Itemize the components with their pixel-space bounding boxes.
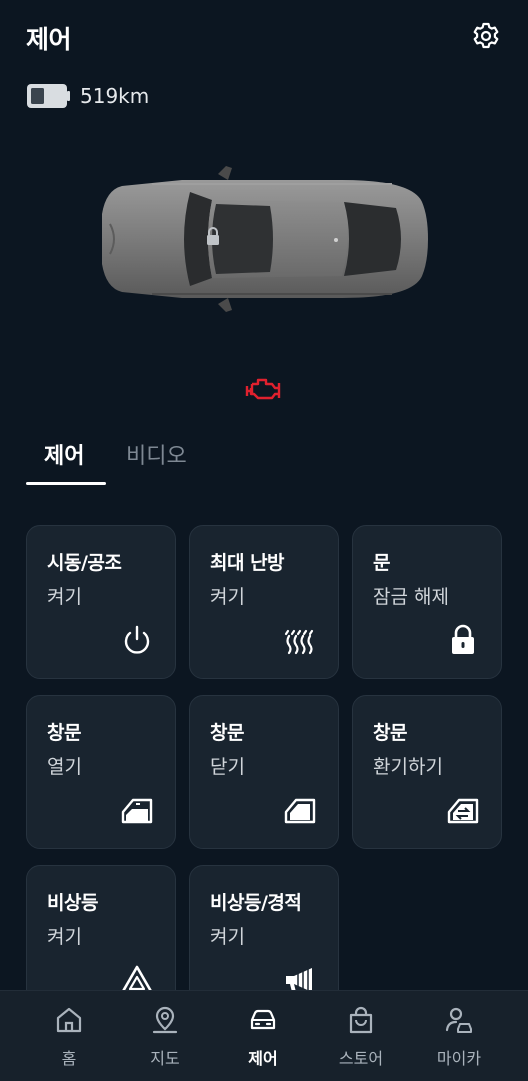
- battery-icon: [26, 83, 70, 109]
- window-vent-icon: [445, 792, 481, 828]
- bottom-nav: 홈 지도 제어 스토어 마이카: [0, 990, 528, 1081]
- card-subtitle: 잠금 해제: [373, 586, 449, 608]
- tab-indicator: [26, 482, 106, 485]
- home-icon: [54, 1005, 84, 1035]
- heat-icon: [282, 622, 318, 658]
- window-open-icon: [119, 792, 155, 828]
- card-start-climate[interactable]: 시동/공조 켜기: [26, 525, 176, 679]
- nav-mycar[interactable]: 마이카: [406, 991, 512, 1081]
- card-title: 비상등/경적: [210, 892, 302, 914]
- range-indicator: 519km: [26, 80, 149, 112]
- card-subtitle: 켜기: [47, 586, 82, 608]
- card-subtitle: 켜기: [210, 926, 245, 948]
- card-title: 창문: [47, 722, 81, 744]
- nav-label: 마이카: [436, 1049, 482, 1068]
- nav-label: 홈: [61, 1049, 77, 1068]
- card-subtitle: 열기: [47, 756, 82, 778]
- card-subtitle: 켜기: [47, 926, 82, 948]
- card-subtitle: 닫기: [210, 756, 245, 778]
- card-subtitle: 환기하기: [373, 756, 443, 778]
- card-window-vent[interactable]: 창문 환기하기: [352, 695, 502, 849]
- card-subtitle: 켜기: [210, 586, 245, 608]
- card-window-close[interactable]: 창문 닫기: [189, 695, 339, 849]
- gear-icon[interactable]: [470, 20, 502, 52]
- card-door-unlock[interactable]: 문 잠금 해제: [352, 525, 502, 679]
- card-title: 비상등: [47, 892, 98, 914]
- nav-store[interactable]: 스토어: [308, 991, 414, 1081]
- user-car-icon: [444, 1005, 474, 1035]
- card-title: 최대 난방: [210, 552, 285, 574]
- card-title: 문: [373, 552, 390, 574]
- nav-control[interactable]: 제어: [210, 991, 316, 1081]
- page-title: 제어: [26, 25, 72, 54]
- card-title: 창문: [373, 722, 407, 744]
- nav-map[interactable]: 지도: [112, 991, 218, 1081]
- card-window-open[interactable]: 창문 열기: [26, 695, 176, 849]
- card-title: 시동/공조: [47, 552, 122, 574]
- nav-label: 지도: [150, 1049, 180, 1068]
- engine-warning-icon: [244, 372, 284, 406]
- card-max-heat[interactable]: 최대 난방 켜기: [189, 525, 339, 679]
- header: 제어: [0, 0, 528, 80]
- nav-home[interactable]: 홈: [16, 991, 122, 1081]
- tab-bar: 제어 비디오: [0, 430, 528, 486]
- nav-label: 제어: [248, 1049, 278, 1068]
- car-icon: [248, 1005, 278, 1035]
- shopping-bag-icon: [346, 1005, 376, 1035]
- lock-icon: [445, 622, 481, 658]
- car-image: [92, 164, 436, 314]
- tab-control[interactable]: 제어: [44, 438, 84, 470]
- window-close-icon: [282, 792, 318, 828]
- card-title: 창문: [210, 722, 244, 744]
- power-icon: [119, 622, 155, 658]
- map-pin-icon: [150, 1005, 180, 1035]
- tab-video[interactable]: 비디오: [126, 438, 187, 470]
- range-value: 519km: [80, 84, 150, 108]
- nav-label: 스토어: [338, 1049, 384, 1068]
